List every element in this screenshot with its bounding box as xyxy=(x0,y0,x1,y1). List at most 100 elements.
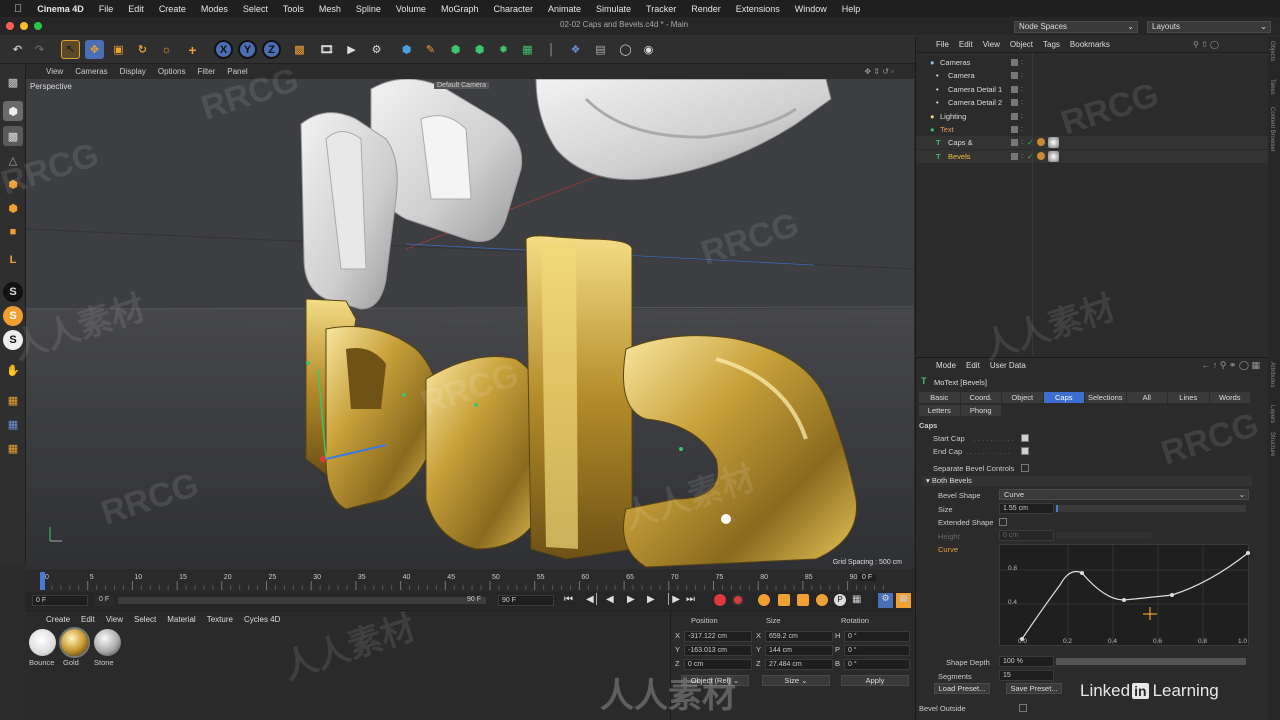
side-tab-attributes[interactable]: Attributes xyxy=(1269,362,1275,387)
tab-caps[interactable]: Caps xyxy=(1043,392,1084,403)
move-tool-icon[interactable]: ✥ xyxy=(85,40,104,59)
motion-system-icon[interactable]: ⚙ xyxy=(878,593,893,608)
autokey-icon[interactable] xyxy=(732,594,744,606)
axis-y-button[interactable]: Y xyxy=(238,40,257,59)
workplane-mode-icon[interactable]: △ xyxy=(3,150,23,170)
side-tab-content-browser[interactable]: Content Browser xyxy=(1269,107,1275,152)
extended-shape-checkbox[interactable] xyxy=(999,518,1007,526)
menu-tools[interactable]: Tools xyxy=(283,4,304,14)
viewport-menu-cameras[interactable]: Cameras xyxy=(75,67,107,76)
minimize-window-button[interactable] xyxy=(20,22,28,30)
object-row[interactable]: ● Text: xyxy=(916,123,1269,136)
obj-menu-bookmarks[interactable]: Bookmarks xyxy=(1070,40,1110,49)
object-row[interactable]: T Bevels: ✓ xyxy=(916,149,1269,163)
material-menu-texture[interactable]: Texture xyxy=(207,615,233,624)
viewport-menu-options[interactable]: Options xyxy=(158,67,186,76)
cube-icon[interactable]: ⬢ xyxy=(397,40,416,59)
polygons-mode-icon[interactable]: ■ xyxy=(3,222,23,242)
menu-spline[interactable]: Spline xyxy=(356,4,381,14)
start-cap-checkbox[interactable] xyxy=(1021,434,1029,442)
obj-menu-view[interactable]: View xyxy=(983,40,1000,49)
make-editable-icon[interactable]: ▩ xyxy=(3,72,23,92)
subdivision-icon[interactable]: ⬢ xyxy=(446,40,465,59)
visibility-toggle[interactable] xyxy=(1011,139,1018,147)
menu-mograph[interactable]: MoGraph xyxy=(441,4,479,14)
close-window-button[interactable] xyxy=(6,22,14,30)
obj-menu-edit[interactable]: Edit xyxy=(959,40,973,49)
tab-words[interactable]: Words xyxy=(1209,392,1250,403)
tab-object[interactable]: Object xyxy=(1002,392,1043,403)
coordinate-system-icon[interactable]: ▩ xyxy=(290,40,309,59)
start-frame-field[interactable]: 0 F xyxy=(32,595,88,606)
goto-start-icon[interactable]: ⏮ xyxy=(564,594,573,605)
render-toggle[interactable]: : xyxy=(1021,150,1023,163)
key-param-icon[interactable]: P xyxy=(834,594,846,606)
obj-menu-object[interactable]: Object xyxy=(1010,40,1033,49)
scale-tool-icon[interactable]: ▣ xyxy=(109,40,128,59)
menu-tracker[interactable]: Tracker xyxy=(646,4,676,14)
next-key-icon[interactable]: │▶ xyxy=(666,594,680,605)
key-rotation-icon[interactable] xyxy=(816,594,828,606)
render-picture-icon[interactable]: ▶ xyxy=(342,40,361,59)
shape-depth-field[interactable]: 100 % xyxy=(999,656,1054,667)
rotation-field[interactable]: 0 ° xyxy=(844,631,910,642)
menu-create[interactable]: Create xyxy=(159,4,186,14)
texture-mode-icon[interactable]: ▩ xyxy=(3,126,23,146)
tab-letters[interactable]: Letters xyxy=(919,405,960,416)
axis-mode-icon[interactable]: L xyxy=(3,250,23,270)
shape-depth-slider[interactable] xyxy=(1056,658,1246,665)
material-menu-create[interactable]: Create xyxy=(46,615,70,624)
obj-menu-file[interactable]: File xyxy=(936,40,949,49)
viewport-menu-filter[interactable]: Filter xyxy=(197,67,215,76)
search-icon[interactable]: ⚲ ⇧ ◯ xyxy=(1193,40,1219,49)
light-icon[interactable]: ◯ xyxy=(616,40,635,59)
tab-basic[interactable]: Basic xyxy=(919,392,960,403)
menu-edit[interactable]: Edit xyxy=(128,4,144,14)
rotation-field[interactable]: 0 ° xyxy=(844,659,910,670)
menu-volume[interactable]: Volume xyxy=(396,4,426,14)
end-frame-field[interactable]: 90 F xyxy=(498,595,554,606)
model-mode-icon[interactable]: ⬢ xyxy=(3,101,23,121)
fracture-icon[interactable]: ▦ xyxy=(518,40,537,59)
key-scale-icon[interactable] xyxy=(797,594,809,606)
play-icon[interactable]: ▶ xyxy=(627,594,635,605)
visibility-toggle[interactable] xyxy=(1011,152,1018,160)
menu-extensions[interactable]: Extensions xyxy=(736,4,780,14)
goto-end-icon[interactable]: ⏭ xyxy=(686,594,695,605)
object-row[interactable]: ● Lighting: xyxy=(916,110,1269,123)
material-bounce[interactable] xyxy=(29,629,56,656)
rotation-field[interactable]: 0 ° xyxy=(844,645,910,656)
side-tab-takes[interactable]: Takes xyxy=(1269,79,1275,95)
keyframe-selection-icon[interactable] xyxy=(758,594,770,606)
prev-key-icon[interactable]: ◀│ xyxy=(586,594,600,605)
position-field[interactable]: 0 cm xyxy=(684,659,752,670)
apply-button[interactable]: Apply xyxy=(841,675,909,686)
key-pla-icon[interactable]: ▦ xyxy=(852,594,861,605)
redo-icon[interactable]: ↷ xyxy=(30,40,49,59)
snap-icon[interactable]: S xyxy=(3,282,23,302)
key-position-icon[interactable] xyxy=(778,594,790,606)
extrude-icon[interactable]: ⬢ xyxy=(470,40,489,59)
render-toggle[interactable]: : xyxy=(1021,56,1023,69)
tweak-icon[interactable]: ✋ xyxy=(3,360,23,380)
camera-icon[interactable]: ▤ xyxy=(591,40,610,59)
object-row[interactable]: ● Cameras: xyxy=(916,56,1269,69)
render-view-icon[interactable]: 🎞 xyxy=(317,40,336,59)
visibility-toggle[interactable] xyxy=(1011,126,1018,133)
material-gold[interactable] xyxy=(59,627,90,658)
material-menu-select[interactable]: Select xyxy=(134,615,156,624)
menu-render[interactable]: Render xyxy=(691,4,721,14)
viewport-menu-display[interactable]: Display xyxy=(120,67,146,76)
load-preset-button[interactable]: Load Preset... xyxy=(934,683,990,694)
menu-simulate[interactable]: Simulate xyxy=(596,4,631,14)
visibility-toggle[interactable] xyxy=(1011,85,1018,93)
menu-window[interactable]: Window xyxy=(795,4,827,14)
size-field[interactable]: 1.55 cm xyxy=(999,503,1054,514)
end-cap-checkbox[interactable] xyxy=(1021,447,1029,455)
quantize-icon[interactable]: S xyxy=(3,330,23,350)
tab-lines[interactable]: Lines xyxy=(1168,392,1209,403)
range-slider[interactable] xyxy=(118,597,486,604)
node-spaces-select[interactable]: Node Spaces ⌄ xyxy=(1014,21,1138,33)
select-tool-icon[interactable]: ↖ xyxy=(61,40,80,59)
curve-editor[interactable]: 0.8 0.4 0.0 0.2 0.4 0.6 0.8 1.0 xyxy=(999,544,1250,647)
